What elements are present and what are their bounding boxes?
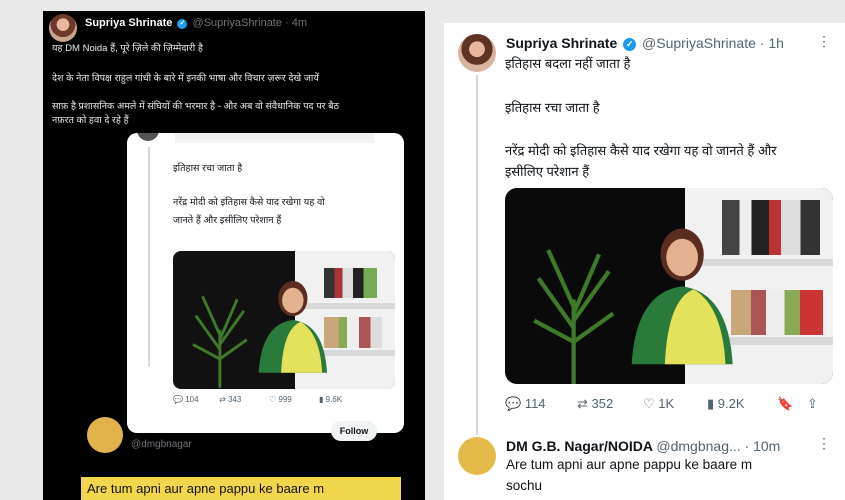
left-tweet-screenshot: Supriya Shrinate ✓ @SupriyaShrinate · 4m… (43, 11, 425, 500)
reply-line-1: Are tum apni aur apne pappu ke baare m (506, 457, 753, 472)
avatar[interactable] (87, 417, 123, 453)
avatar[interactable] (458, 437, 496, 475)
views-button[interactable]: ▮ 9.2K (707, 396, 745, 412)
reply-button[interactable]: 💬 114 (505, 396, 546, 412)
reply-author-handle[interactable]: @dmgbnag... (656, 438, 740, 454)
like-button[interactable]: ♡ 1K (643, 396, 674, 412)
reply-text-highlight: Are tum apni aur apne pappu ke baare m (81, 477, 401, 500)
reply-author-name[interactable]: DM G.B. Nagar/NOIDA (506, 438, 653, 454)
quoted-line-2: नरेंद्र मोदी को इतिहास कैसे याद रखेगा यह… (173, 197, 325, 208)
tweet-line-4: इसीलिए परेशान हैं (505, 164, 590, 179)
video-thumbnail[interactable] (505, 188, 833, 384)
repost-button[interactable]: ⇄ 343 (219, 395, 241, 404)
like-button[interactable]: ♡ 999 (269, 395, 292, 404)
author-line: Supriya Shrinate ✓ @SupriyaShrinate · 1h (506, 35, 784, 51)
quoted-line-1: इतिहास रचा जाता है (173, 163, 243, 174)
tweet-line-2: देश के नेता विपक्ष राहुल गांधी के बारे म… (52, 73, 319, 84)
tweet-line-1: इतिहास बदला नहीं जाता है (505, 56, 631, 71)
tweet-line-4: नफ़रत को हवा दे रहे हैं (52, 115, 129, 126)
quoted-line-3: जानते हैं और इसीलिए परेशान हैं (173, 215, 282, 226)
author-line: Supriya Shrinate ✓ @SupriyaShrinate · 4m (85, 17, 307, 29)
plant-icon (191, 295, 248, 388)
views-button[interactable]: ▮ 9.6K (319, 395, 342, 404)
left-tweet-header: Supriya Shrinate ✓ @SupriyaShrinate · 4m (49, 14, 425, 44)
reply-button[interactable]: 💬 104 (173, 395, 199, 404)
cut-off-line (175, 133, 374, 143)
quoted-tweet-card[interactable]: इतिहास रचा जाता है नरेंद्र मोदी को इतिहा… (127, 133, 404, 433)
tweet-line-3: नरेंद्र मोदी को इतिहास कैसे याद रखेगा यह… (505, 143, 777, 158)
reply-tweet[interactable]: DM G.B. Nagar/NOIDA @dmgbnag... · 10m ⋮ … (458, 433, 845, 500)
verified-badge-icon: ✓ (177, 19, 188, 29)
reply-author-name[interactable]: DM G.B. Nagar/NOIDA (131, 421, 247, 433)
tweet-line-2: इतिहास रचा जाता है (505, 100, 600, 115)
plant-icon (533, 249, 615, 384)
follow-button[interactable]: Follow (331, 421, 377, 441)
more-options-icon[interactable]: ⋮ (817, 33, 831, 50)
reply-author-handle[interactable]: @dmgbnagar (131, 439, 192, 450)
verified-badge-icon: ✓ (623, 38, 637, 51)
post-time: · 1h (759, 35, 784, 51)
author-handle[interactable]: @SupriyaShrinate (642, 35, 756, 51)
screenshot-collage: Supriya Shrinate ✓ @SupriyaShrinate · 4m… (0, 0, 845, 500)
tweet-line-3: साफ़ है प्रशासनिक अमले में संघियों की भर… (52, 101, 340, 112)
right-tweet-screenshot: Supriya Shrinate ✓ @SupriyaShrinate · 1h… (444, 23, 845, 500)
more-options-icon[interactable]: ⋮ (817, 435, 831, 452)
thread-line (476, 75, 478, 435)
reply-line-2: sochu (506, 478, 543, 493)
bookmark-icon[interactable]: 🔖 (777, 396, 793, 412)
video-thumbnail[interactable] (173, 251, 395, 389)
reply-author-line: DM G.B. Nagar/NOIDA @dmgbnag... · 10m (506, 438, 780, 454)
share-icon[interactable]: ⇪ (807, 396, 818, 412)
action-bar: 💬 114 ⇄ 352 ♡ 1K ▮ 9.2K 🔖 ⇪ (505, 396, 835, 416)
author-name[interactable]: Supriya Shrinate (506, 35, 617, 51)
avatar (135, 133, 161, 143)
books (731, 289, 824, 335)
reply-time: · 10m (744, 438, 781, 454)
tweet-line-1: यह DM Noida हैं, पूरे ज़िले की ज़िम्मेदा… (52, 43, 203, 54)
reply-author-row: DM G.B. Nagar/NOIDA @dmgbnagar Follow (87, 413, 387, 463)
avatar[interactable] (49, 14, 77, 42)
books (323, 267, 378, 298)
thread-line (148, 147, 150, 367)
author-handle[interactable]: @SupriyaShrinate (193, 17, 282, 29)
books (323, 317, 382, 348)
post-time: · 4m (285, 17, 308, 29)
avatar[interactable] (458, 34, 496, 72)
repost-button[interactable]: ⇄ 352 (577, 396, 613, 412)
books (721, 199, 820, 255)
quoted-action-bar: 💬 104 ⇄ 343 ♡ 999 ▮ 9.6K (173, 395, 396, 411)
author-name[interactable]: Supriya Shrinate (85, 17, 172, 29)
